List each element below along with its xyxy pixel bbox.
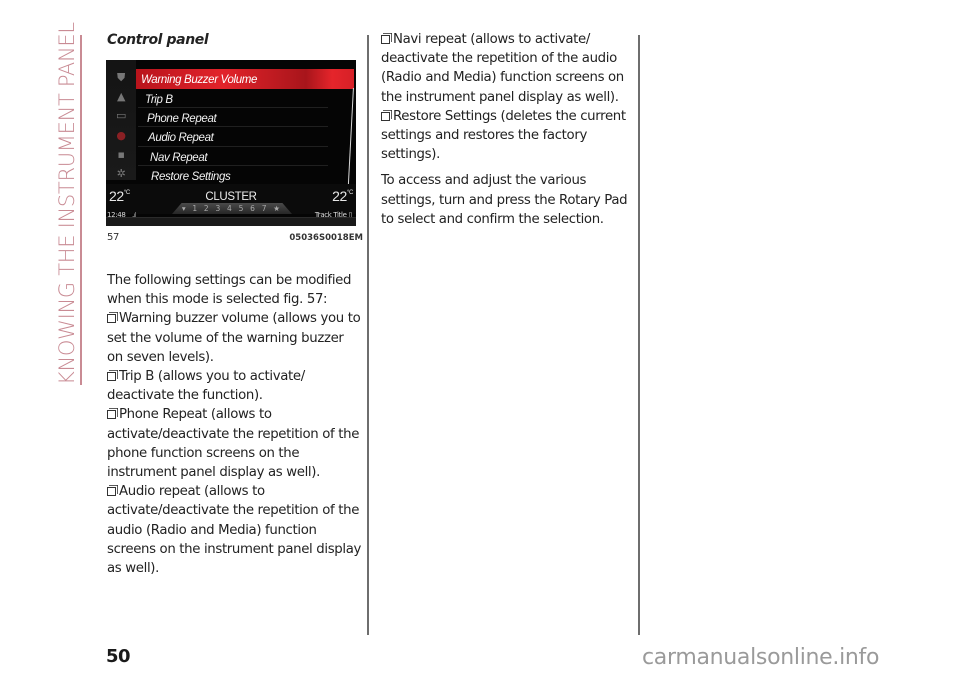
audio-disc-icon: ● [116,129,126,142]
screen-row-divider [138,107,328,108]
checkbox-bullet-icon [107,314,116,324]
list-item: Warning buzzer volume (allows you to set… [107,311,361,365]
figure-number: 57 [107,232,120,243]
list-item: Phone Repeat (allows to activate/deactiv… [107,407,360,481]
screen-row-divider [138,146,328,147]
side-section-tab-label: KNOWING THE INSTRUMENT PANEL [55,22,79,385]
shield-icon: ⛊ [117,71,125,84]
screen-menu-item: Warning Buzzer Volume [141,74,258,86]
list-item: Restore Settings (deletes the current se… [381,108,626,163]
screen-bottom-bezel [106,217,356,226]
list-item: Trip B (allows you to activate/ deactiva… [107,369,305,404]
side-section-tab: KNOWING THE INSTRUMENT PANEL [52,22,82,385]
closing-paragraph: To access and adjust the various setting… [381,173,628,227]
nav-screen-icon: ▪ [117,148,125,161]
gear-icon: ✲ [116,167,126,180]
watermark: carmanualsonline.info [642,645,880,670]
checkbox-bullet-icon [107,487,116,497]
column-1-body: The following settings can be modified w… [107,271,363,578]
phone-icon: ▭ [115,109,127,122]
side-tab-rule [80,35,82,385]
list-item: Navi repeat (allows to activate/ deactiv… [381,32,624,105]
figure-caption: 57 05036S0018EM [107,231,363,245]
page-number: 50 [106,646,131,667]
screen-presets-bar: ▾ 1 2 3 4 5 6 7 ★ [172,203,292,214]
checkbox-bullet-icon [107,372,116,382]
screen-row-divider [138,165,328,166]
list-item: Audio repeat (allows to activate/deactiv… [107,484,362,577]
column-1: Control panel ⛊ ▲ ▭ ● ▪ ✲ Warning Buzzer… [106,30,363,578]
figure-cluster-screen: ⛊ ▲ ▭ ● ▪ ✲ Warning Buzzer Volume Trip B… [106,60,356,226]
intro-paragraph: The following settings can be modified w… [107,273,352,308]
figure-code: 05036S0018EM [289,233,363,243]
column-divider [638,35,640,635]
checkbox-bullet-icon [107,410,116,420]
checkbox-bullet-icon [381,35,390,44]
column-2: Navi repeat (allows to activate/ deactiv… [381,30,636,229]
checkbox-bullet-icon [381,111,390,121]
screen-side-icon-strip: ⛊ ▲ ▭ ● ▪ ✲ [106,60,136,180]
temp-right: 22°C [332,188,353,204]
section-title: Control panel [107,32,209,48]
column-divider [367,35,369,635]
screen-row-divider [138,126,328,127]
warning-triangle-icon: ▲ [116,90,126,103]
